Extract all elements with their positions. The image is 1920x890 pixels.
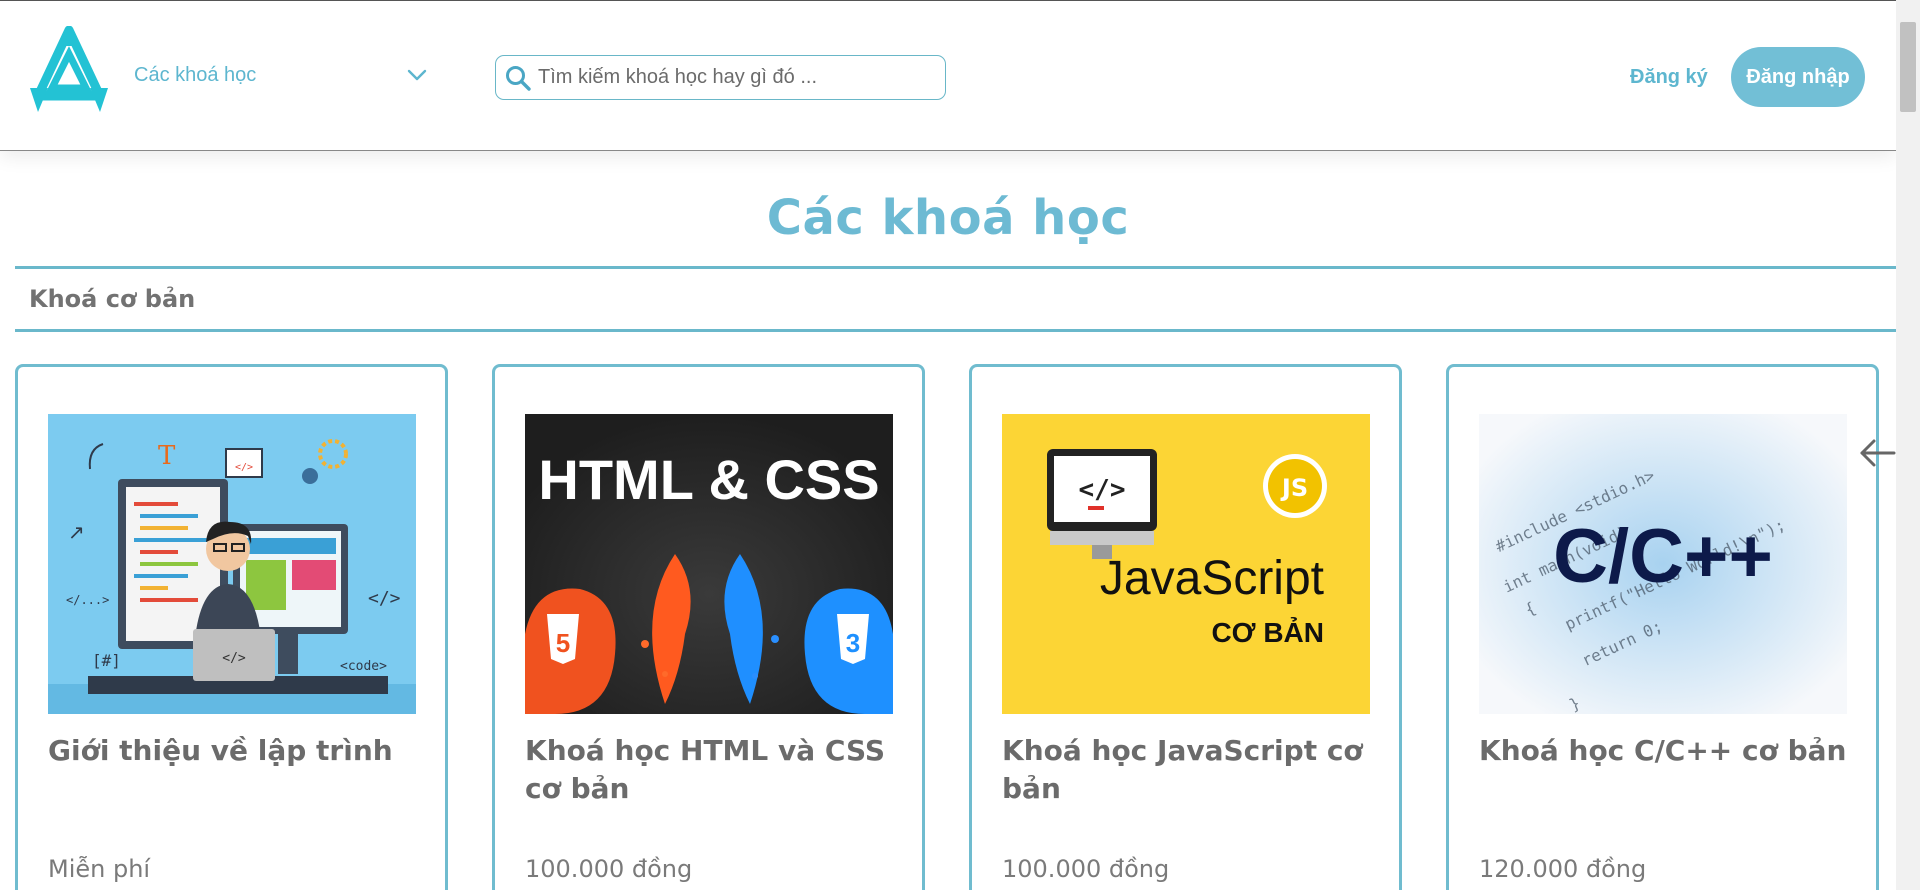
c-cpp-banner-icon: #include <stdio.h> int main(void) { prin… (1479, 414, 1847, 714)
course-card-javascript[interactable]: </> JS JavaScript CƠ BẢN Khoá học JavaSc… (969, 364, 1402, 890)
course-card-intro-programming[interactable]: </> T </> ↗ </...> </> <code> [#] Giới t… (15, 364, 448, 890)
course-list: </> T </> ↗ </...> </> <code> [#] Giới t… (15, 364, 1896, 890)
html-css-banner-icon: HTML & CSS 5 3 (525, 414, 893, 714)
javascript-banner-icon: </> JS JavaScript CƠ BẢN (1002, 414, 1370, 714)
course-title[interactable]: Giới thiệu về lập trình (48, 732, 428, 770)
c-cpp-banner-title: C/C++ (1553, 514, 1773, 599)
section-label: Khoá cơ bản (29, 285, 196, 313)
course-price: 100.000 đồng (525, 855, 693, 883)
svg-text:</...>: </...> (66, 593, 109, 607)
scrollbar-thumb[interactable] (1900, 22, 1916, 112)
svg-text:T: T (158, 441, 176, 471)
svg-text:↗: ↗ (68, 520, 85, 544)
search-icon (506, 65, 531, 91)
js-code-glyph: </> (1079, 475, 1126, 505)
category-dropdown[interactable]: Các khoá học (134, 57, 434, 93)
svg-text:</>: </> (368, 588, 401, 609)
svg-text:[#]: [#] (92, 651, 121, 670)
programmer-illustration-icon: </> T </> ↗ </...> </> <code> [#] (48, 414, 416, 714)
js-badge-text: JS (1280, 474, 1308, 502)
svg-text:3: 3 (846, 628, 860, 658)
login-button[interactable]: Đăng nhập (1731, 47, 1865, 107)
course-price: 100.000 đồng (1002, 855, 1170, 883)
svg-text:</>: </> (235, 462, 253, 473)
course-thumbnail-html-css: HTML & CSS 5 3 (525, 414, 893, 714)
logo-icon[interactable] (30, 26, 108, 116)
section-header: Khoá cơ bản (15, 266, 1896, 332)
course-title[interactable]: Khoá học JavaScript cơ bản (1002, 732, 1382, 808)
course-thumbnail-intro-programming: </> T </> ↗ </...> </> <code> [#] (48, 414, 416, 714)
site-header: Các khoá học Đăng ký Đăng nhập (0, 0, 1896, 151)
svg-text:5: 5 (556, 628, 570, 658)
page-scrollbar[interactable] (1896, 0, 1920, 890)
register-button[interactable]: Đăng ký (1630, 61, 1708, 93)
js-banner-title: JavaScript (1100, 552, 1324, 605)
course-price: Miễn phí (48, 855, 151, 883)
course-thumbnail-javascript: </> JS JavaScript CƠ BẢN (1002, 414, 1370, 714)
course-thumbnail-c-cpp: #include <stdio.h> int main(void) { prin… (1479, 414, 1847, 714)
svg-text:<code>: <code> (340, 659, 387, 674)
svg-text:</>: </> (222, 651, 246, 666)
arrow-left-icon[interactable] (1858, 436, 1896, 470)
html-css-banner-text: HTML & CSS (538, 448, 879, 511)
search-box[interactable] (495, 55, 946, 100)
course-title[interactable]: Khoá học C/C++ cơ bản (1479, 732, 1859, 770)
course-title[interactable]: Khoá học HTML và CSS cơ bản (525, 732, 905, 808)
js-banner-subtitle: CƠ BẢN (1211, 616, 1324, 648)
chevron-down-icon (407, 69, 427, 81)
course-card-c-cpp[interactable]: #include <stdio.h> int main(void) { prin… (1446, 364, 1879, 890)
viewport: Các khoá học Đăng ký Đăng nhập Các khoá … (0, 0, 1896, 890)
search-input[interactable] (538, 66, 928, 89)
category-dropdown-label: Các khoá học (134, 63, 257, 86)
page-title: Các khoá học (766, 190, 1130, 246)
course-price: 120.000 đồng (1479, 855, 1647, 883)
course-card-html-css[interactable]: HTML & CSS 5 3 Khoá học HTML và CSS cơ b… (492, 364, 925, 890)
